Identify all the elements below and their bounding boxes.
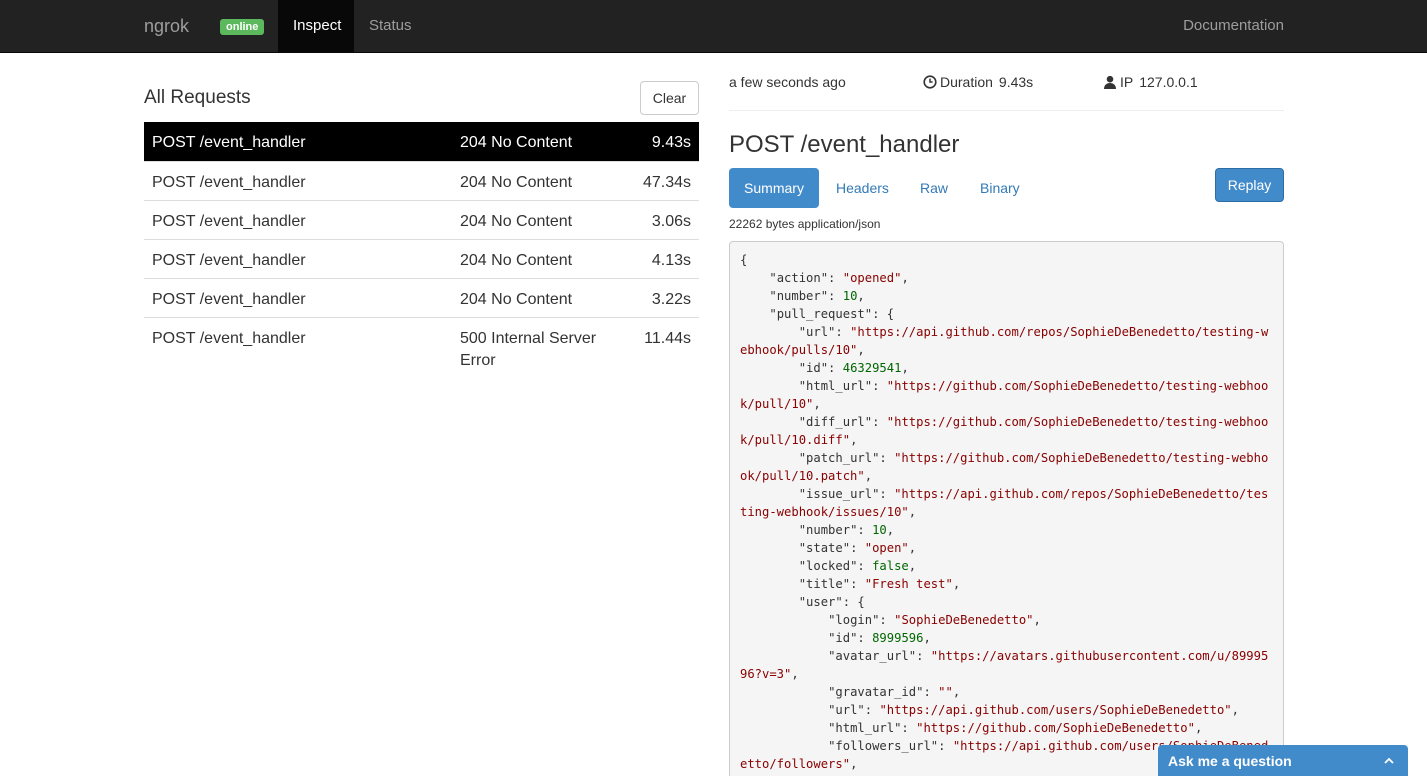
request-duration: 3.06s (651, 212, 691, 230)
request-path: POST /event_handler (152, 290, 306, 308)
tab-binary[interactable]: Binary (965, 168, 1035, 208)
request-path: POST /event_handler (152, 251, 306, 269)
brand-logo[interactable]: ngrok (144, 0, 189, 53)
table-row[interactable]: POST /event_handler 204 No Content 3.22s (144, 278, 699, 317)
user-icon (1104, 75, 1116, 89)
request-path: POST /event_handler (152, 329, 306, 347)
clear-button[interactable]: Clear (640, 81, 699, 115)
duration-value: 9.43s (998, 74, 1034, 90)
duration-label: Duration (940, 74, 993, 90)
code-line: "locked": false, (740, 559, 917, 573)
tab-status[interactable]: Status (354, 0, 427, 52)
ip-value: 127.0.0.1 (1139, 74, 1198, 90)
request-duration: 47.34s (642, 173, 691, 191)
top-navbar: ngrok online Inspect Status Documentatio… (0, 0, 1427, 53)
request-status: 204 No Content (460, 212, 573, 230)
tab-inspect[interactable]: Inspect (278, 0, 354, 52)
request-status: 204 No Content (460, 290, 573, 308)
code-line: { (740, 253, 748, 267)
table-row[interactable]: POST /event_handler 204 No Content 3.06s (144, 200, 699, 239)
code-line: "title": "Fresh test", (740, 577, 961, 591)
table-row[interactable]: POST /event_handler 204 No Content 9.43s (144, 122, 699, 161)
requests-title: All Requests (144, 87, 251, 108)
request-duration: 3.22s (651, 290, 691, 308)
request-status: 204 No Content (460, 134, 573, 151)
table-row[interactable]: POST /event_handler 204 No Content 47.34… (144, 161, 699, 200)
request-status: 204 No Content (460, 173, 573, 191)
ip-info: IP 127.0.0.1 (1103, 73, 1198, 91)
ip-label: IP (1120, 74, 1134, 90)
ask-question-widget[interactable]: Ask me a question (1158, 745, 1408, 776)
request-path: POST /event_handler (152, 134, 306, 151)
ask-question-label: Ask me a question (1168, 753, 1292, 769)
body-size-info: 22262 bytes application/json (729, 217, 881, 231)
code-line: "id": 8999596, (740, 631, 931, 645)
json-body-viewer[interactable]: { "action": "opened", "number": 10, "pul… (729, 241, 1284, 776)
code-line: "html_url": "https://github.com/SophieDe… (740, 379, 1269, 411)
code-line: "avatar_url": "https://avatars.githubuse… (740, 649, 1269, 681)
code-line: "diff_url": "https://github.com/SophieDe… (740, 415, 1269, 447)
request-title: POST /event_handler (729, 131, 960, 158)
tab-summary[interactable]: Summary (729, 168, 819, 208)
request-path: POST /event_handler (152, 173, 306, 191)
tab-raw[interactable]: Raw (905, 168, 963, 208)
code-line: "state": "open", (740, 541, 917, 555)
request-duration: 11.44s (644, 329, 691, 347)
request-status: 500 Internal Server Error (460, 329, 597, 369)
table-row[interactable]: POST /event_handler 500 Internal Server … (144, 317, 699, 374)
code-line: "gravatar_id": "", (740, 685, 961, 699)
divider (729, 110, 1284, 111)
code-line: "url": "https://api.github.com/repos/Sop… (740, 325, 1269, 357)
documentation-link[interactable]: Documentation (1168, 0, 1299, 52)
code-line: "number": 10, (740, 289, 865, 303)
clock-icon (923, 75, 937, 89)
duration-info: Duration 9.43s (923, 73, 1033, 91)
replay-button[interactable]: Replay (1215, 168, 1284, 202)
table-row[interactable]: POST /event_handler 204 No Content 4.13s (144, 239, 699, 278)
request-path: POST /event_handler (152, 212, 306, 230)
code-line: "number": 10, (740, 523, 895, 537)
request-duration: 4.13s (651, 251, 691, 269)
request-duration: 9.43s (651, 134, 691, 151)
code-line: "issue_url": "https://api.github.com/rep… (740, 487, 1269, 519)
code-line: "html_url": "https://github.com/SophieDe… (740, 721, 1203, 735)
tab-headers[interactable]: Headers (821, 168, 904, 208)
chevron-up-icon (1384, 757, 1394, 764)
code-line: "action": "opened", (740, 271, 909, 285)
code-line: "id": 46329541, (740, 361, 909, 375)
code-line: "patch_url": "https://github.com/SophieD… (740, 451, 1269, 483)
request-status: 204 No Content (460, 251, 573, 269)
code-line: "pull_request": { (740, 307, 895, 321)
requests-table: POST /event_handler 204 No Content 9.43s… (144, 122, 699, 374)
code-line: "login": "SophieDeBenedetto", (740, 613, 1041, 627)
code-line: "url": "https://api.github.com/users/Sop… (740, 703, 1239, 717)
time-ago: a few seconds ago (729, 74, 846, 90)
status-badge: online (220, 19, 265, 35)
code-line: "user": { (740, 595, 865, 609)
